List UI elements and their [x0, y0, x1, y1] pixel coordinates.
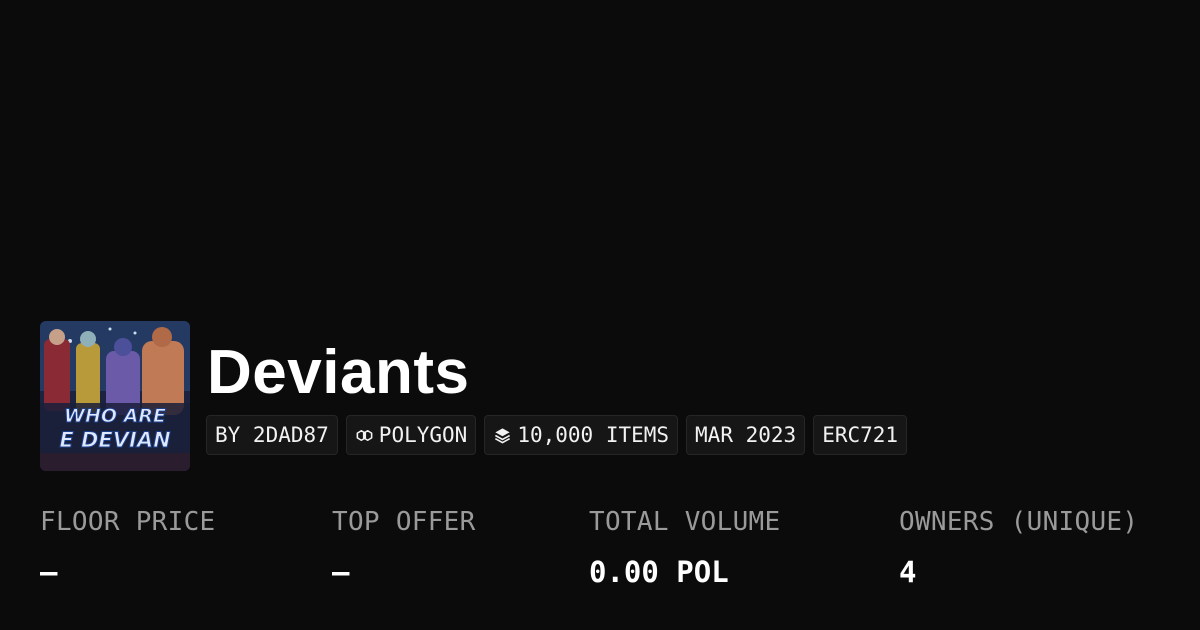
collection-meta-chips: BY 2DAD87 POLYGON 10,000 ITEMS MAR 2023 … — [206, 415, 908, 455]
chip-created-date-label: MAR 2023 — [695, 423, 797, 447]
chip-item-count-label: 10,000 ITEMS — [517, 423, 670, 447]
stat-floor-price: FLOOR PRICE – — [40, 505, 216, 589]
chip-token-standard: ERC721 — [813, 415, 908, 455]
polygon-chain-icon — [356, 429, 373, 441]
stat-owners-label: OWNERS (UNIQUE) — [899, 507, 1139, 537]
chip-item-count[interactable]: 10,000 ITEMS — [484, 415, 679, 455]
stat-floor-price-value: – — [40, 555, 58, 589]
layers-icon — [495, 427, 511, 444]
chip-created-date: MAR 2023 — [686, 415, 806, 455]
stat-owners-value: 4 — [899, 555, 917, 589]
stat-total-volume-value: 0.00 POL — [589, 555, 729, 589]
stat-top-offer: TOP OFFER – — [332, 505, 476, 589]
chip-chain[interactable]: POLYGON — [345, 415, 477, 455]
chip-chain-label: POLYGON — [378, 423, 468, 447]
stat-total-volume: TOTAL VOLUME 0.00 POL — [589, 505, 780, 589]
stat-top-offer-value: – — [332, 555, 350, 589]
chip-creator[interactable]: BY 2DAD87 — [206, 415, 338, 455]
chip-token-standard-label: ERC721 — [822, 423, 899, 447]
chip-creator-label: BY 2DAD87 — [215, 423, 329, 447]
stat-total-volume-label: TOTAL VOLUME — [589, 507, 781, 537]
stat-floor-price-label: FLOOR PRICE — [40, 507, 216, 537]
stat-top-offer-label: TOP OFFER — [332, 507, 476, 537]
collection-thumbnail[interactable]: WHO ARE E DEVIAN — [40, 321, 190, 471]
thumbnail-text-2: E DEVIAN — [59, 428, 171, 452]
collection-title: Deviants — [207, 338, 470, 407]
thumbnail-text-1: WHO ARE — [64, 405, 166, 427]
stat-owners: OWNERS (UNIQUE) 4 — [899, 505, 1138, 589]
thumbnail-artwork: WHO ARE E DEVIAN — [40, 321, 190, 471]
